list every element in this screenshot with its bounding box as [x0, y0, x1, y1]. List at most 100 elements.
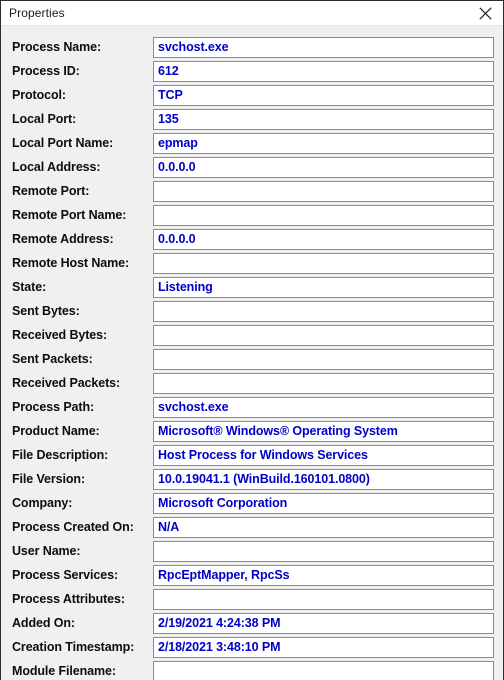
- property-row: Remote Host Name:: [1, 252, 503, 276]
- property-value-field[interactable]: [153, 349, 494, 370]
- property-row: Process ID: 612: [1, 60, 503, 84]
- property-row: Received Packets:: [1, 372, 503, 396]
- property-row: Process Attributes:: [1, 588, 503, 612]
- property-label: Received Packets:: [12, 376, 121, 390]
- property-value: 135: [158, 112, 179, 126]
- property-label: Module Filename:: [12, 664, 116, 678]
- property-value-field[interactable]: [153, 373, 494, 394]
- properties-field-list: Process Name: svchost.exe Process ID: 612 Pr…: [1, 27, 503, 680]
- property-value: svchost.exe: [158, 40, 229, 54]
- property-value-field[interactable]: 612: [153, 61, 494, 82]
- property-value-field[interactable]: 0.0.0.0: [153, 157, 494, 178]
- property-label: Protocol:: [12, 88, 66, 102]
- property-label: State:: [12, 280, 47, 294]
- property-row: User Name:: [1, 540, 503, 564]
- property-label: Process Name:: [12, 40, 102, 54]
- property-label: Local Port:: [12, 112, 77, 126]
- property-label: Local Port Name:: [12, 136, 114, 150]
- property-label: Added On:: [12, 616, 75, 630]
- property-value: TCP: [158, 88, 183, 102]
- property-row: Product Name: Microsoft® Windows® Operati…: [1, 420, 503, 444]
- property-label: Sent Bytes:: [12, 304, 80, 318]
- property-value-field[interactable]: 10.0.19041.1 (WinBuild.160101.0800): [153, 469, 494, 490]
- property-value-field[interactable]: TCP: [153, 85, 494, 106]
- property-value-field[interactable]: [153, 253, 494, 274]
- property-value: 612: [158, 64, 179, 78]
- property-value-field[interactable]: N/A: [153, 517, 494, 538]
- property-row: File Version: 10.0.19041.1 (WinBuild.1601…: [1, 468, 503, 492]
- property-row: Remote Address: 0.0.0.0: [1, 228, 503, 252]
- property-value: Listening: [158, 280, 213, 294]
- property-value: [154, 302, 493, 321]
- property-value: [154, 374, 493, 393]
- property-row: Process Services: RpcEptMapper, RpcSs: [1, 564, 503, 588]
- property-row: Creation Timestamp: 2/18/2021 3:48:10 PM: [1, 636, 503, 660]
- property-label: Local Address:: [12, 160, 101, 174]
- property-value-field[interactable]: [153, 181, 494, 202]
- property-value: [154, 254, 493, 273]
- property-value: [154, 206, 493, 225]
- property-value: RpcEptMapper, RpcSs: [158, 568, 290, 582]
- property-label: Remote Address:: [12, 232, 114, 246]
- property-value: Microsoft® Windows® Operating System: [158, 424, 398, 438]
- property-value: [154, 326, 493, 345]
- property-row: Protocol: TCP: [1, 84, 503, 108]
- property-value-field[interactable]: [153, 205, 494, 226]
- property-label: Process Path:: [12, 400, 95, 414]
- property-label: File Description:: [12, 448, 109, 462]
- property-value-field[interactable]: [153, 541, 494, 562]
- property-label: Remote Port Name:: [12, 208, 127, 222]
- property-label: User Name:: [12, 544, 81, 558]
- property-value: 2/19/2021 4:24:38 PM: [158, 616, 281, 630]
- property-value-field[interactable]: 0.0.0.0: [153, 229, 494, 250]
- property-label: Received Bytes:: [12, 328, 108, 342]
- property-label: Sent Packets:: [12, 352, 93, 366]
- property-value-field[interactable]: 2/18/2021 3:48:10 PM: [153, 637, 494, 658]
- property-value: [154, 542, 493, 561]
- property-row: Sent Packets:: [1, 348, 503, 372]
- property-label: Company:: [12, 496, 73, 510]
- property-value-field[interactable]: 2/19/2021 4:24:38 PM: [153, 613, 494, 634]
- property-row: Received Bytes:: [1, 324, 503, 348]
- property-label: Remote Port:: [12, 184, 90, 198]
- property-value-field[interactable]: svchost.exe: [153, 37, 494, 58]
- property-label: Process ID:: [12, 64, 80, 78]
- property-value: epmap: [158, 136, 198, 150]
- property-value: Host Process for Windows Services: [158, 448, 368, 462]
- property-value: Microsoft Corporation: [158, 496, 288, 510]
- property-value-field[interactable]: Microsoft® Windows® Operating System: [153, 421, 494, 442]
- property-value-field[interactable]: Microsoft Corporation: [153, 493, 494, 514]
- property-value: [154, 350, 493, 369]
- close-icon: [478, 7, 492, 20]
- property-value-field[interactable]: Listening: [153, 277, 494, 298]
- property-label: Process Attributes:: [12, 592, 125, 606]
- property-value: [154, 590, 493, 609]
- property-value-field[interactable]: [153, 589, 494, 610]
- property-value: 2/18/2021 3:48:10 PM: [158, 640, 281, 654]
- property-row: Remote Port Name:: [1, 204, 503, 228]
- property-value-field[interactable]: RpcEptMapper, RpcSs: [153, 565, 494, 586]
- property-row: Module Filename:: [1, 660, 503, 680]
- property-value: svchost.exe: [158, 400, 229, 414]
- property-label: Process Created On:: [12, 520, 134, 534]
- property-row: Remote Port:: [1, 180, 503, 204]
- property-value-field[interactable]: [153, 325, 494, 346]
- property-row: File Description: Host Process for Window…: [1, 444, 503, 468]
- property-row: Process Name: svchost.exe: [1, 36, 503, 60]
- window-titlebar: Properties: [1, 1, 503, 26]
- property-value-field[interactable]: Host Process for Windows Services: [153, 445, 494, 466]
- property-value: N/A: [158, 520, 180, 534]
- property-value-field[interactable]: 135: [153, 109, 494, 130]
- property-row: Local Port: 135: [1, 108, 503, 132]
- property-value-field[interactable]: [153, 661, 494, 680]
- property-value-field[interactable]: [153, 301, 494, 322]
- property-value: 10.0.19041.1 (WinBuild.160101.0800): [158, 472, 370, 486]
- close-button[interactable]: [467, 1, 503, 26]
- property-row: Added On: 2/19/2021 4:24:38 PM: [1, 612, 503, 636]
- property-label: Remote Host Name:: [12, 256, 130, 270]
- property-value: [154, 662, 493, 680]
- property-row: Process Path: svchost.exe: [1, 396, 503, 420]
- property-value-field[interactable]: svchost.exe: [153, 397, 494, 418]
- property-value-field[interactable]: epmap: [153, 133, 494, 154]
- property-row: Local Port Name: epmap: [1, 132, 503, 156]
